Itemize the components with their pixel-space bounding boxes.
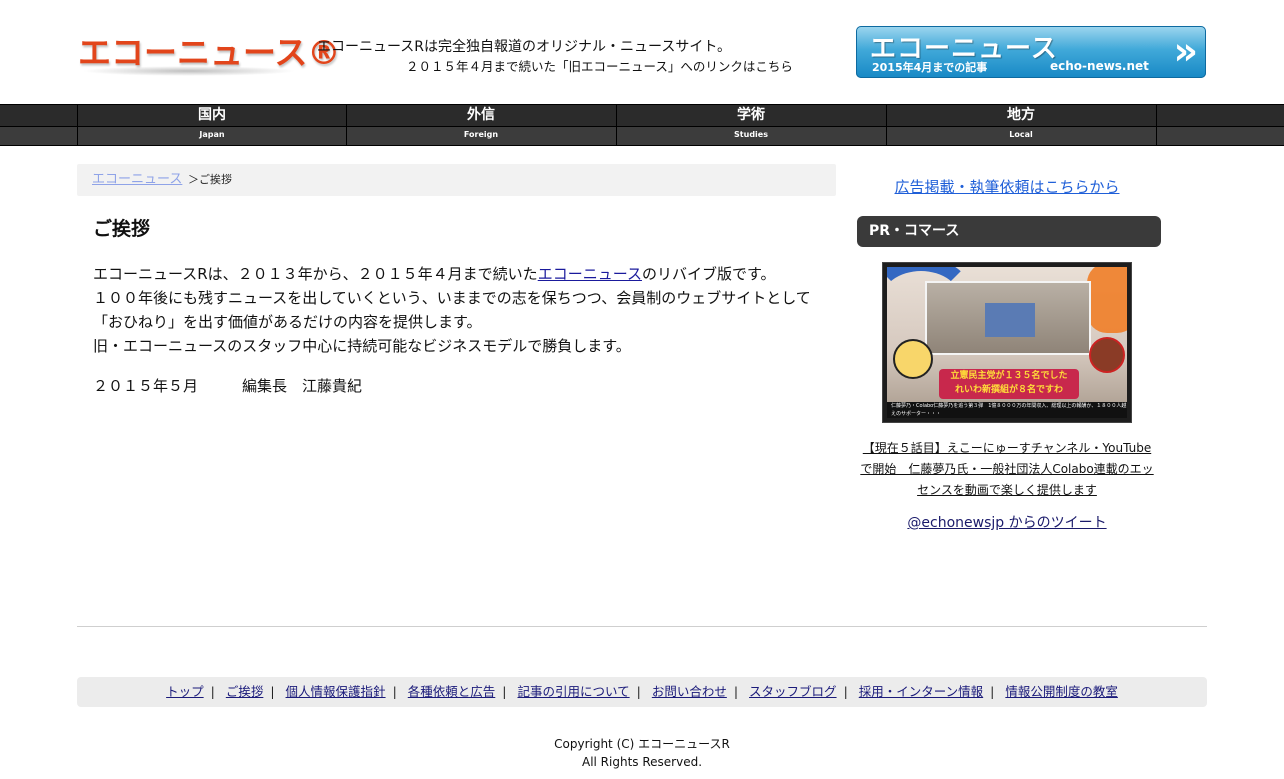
tweets-link[interactable]: @echonewsjp からのツイート: [907, 515, 1106, 531]
site-logo[interactable]: エコーニュース®: [78, 26, 340, 78]
nav-item-foreign[interactable]: 外信 Foreign: [346, 105, 616, 145]
nav-separator: [1156, 105, 1157, 145]
nav-item-label: 国内: [198, 107, 226, 123]
footer-separator: |: [270, 684, 275, 699]
nav-item-local[interactable]: 地方 Local: [886, 105, 1156, 145]
greeting-paragraph: 旧・エコーニュースのスタッフ中心に持続可能なビジネスモデルで勝負します。: [93, 337, 631, 355]
double-chevron-right-icon: »: [1173, 29, 1198, 73]
copyright-line: All Rights Reserved.: [581, 755, 703, 769]
footer-link-top[interactable]: トップ: [166, 684, 204, 699]
banner-subtitle: 2015年4月までの記事: [872, 61, 988, 74]
thumbnail-caption: 立憲民主党が１３５名でした れいわ新撰組が８名ですわ: [939, 369, 1079, 399]
tweets-link-wrap: @echonewsjp からのツイート: [857, 512, 1157, 532]
footer-separator: |: [843, 684, 848, 699]
thumbnail-image: 立憲民主党が１３５名でした れいわ新撰組が８名ですわ 仁藤夢乃・Colabo仁藤…: [887, 267, 1127, 418]
breadcrumb: エコーニュース ＞ご挨拶: [77, 164, 836, 196]
footer-separator: |: [636, 684, 641, 699]
breadcrumb-current: ＞ご挨拶: [188, 173, 232, 186]
banner-url: echo-news.net: [1050, 59, 1149, 73]
signature-name: 編集長 江藤貴紀: [242, 377, 363, 395]
subtitle-line: えのサポーター・・・: [891, 411, 942, 417]
nav-item-label: 地方: [1007, 107, 1035, 123]
paragraph-text: エコーニュースRは、２０１３年から、２０１５年４月まで続いた: [93, 265, 538, 283]
footer-separator: |: [990, 684, 995, 699]
footer-separator: |: [733, 684, 739, 699]
nav-item-sublabel: Studies: [734, 130, 768, 139]
thumbnail-subtitle-bar: 仁藤夢乃・Colabo仁藤夢乃を追う第３弾 1億８０００万の年間収入、総理以上の…: [887, 402, 1127, 418]
ad-request-link[interactable]: 広告掲載・執筆依頼はこちらから: [894, 178, 1119, 196]
nav-item-label: 学術: [737, 107, 765, 123]
footer-divider: [77, 626, 1207, 627]
footer-link-contact[interactable]: お問い合わせ: [652, 684, 727, 699]
video-thumbnail[interactable]: 立憲民主党が１３５名でした れいわ新撰組が８名ですわ 仁藤夢乃・Colabo仁藤…: [882, 262, 1132, 423]
footer-separator: |: [502, 684, 507, 699]
character-icon: [893, 339, 933, 379]
footer-link-citation[interactable]: 記事の引用について: [517, 684, 629, 699]
ad-request-link-wrap: 広告掲載・執筆依頼はこちらから: [857, 176, 1157, 197]
footer-link-privacy[interactable]: 個人情報保護指針: [286, 684, 386, 699]
footer-links: トップ | ご挨拶 | 個人情報保護指針 | 各種依頼と広告 | 記事の引用について | …: [77, 677, 1207, 707]
footer-link-recruit[interactable]: 採用・インターン情報: [859, 684, 983, 699]
greeting-body: エコーニュースRは、２０１３年から、２０１５年４月まで続いたエコーニュースのリバ…: [93, 262, 833, 358]
pr-commerce-header: PR・コマース: [857, 216, 1161, 247]
nav-item-sublabel: Japan: [199, 130, 225, 139]
footer-link-staff-blog[interactable]: スタッフブログ: [749, 684, 837, 699]
breadcrumb-home-link[interactable]: エコーニュース: [92, 164, 182, 196]
footer-link-disclosure[interactable]: 情報公開制度の教室: [1005, 684, 1118, 699]
page-title: ご挨拶: [93, 218, 151, 240]
nav-item-label: 外信: [467, 107, 495, 123]
echo-news-link[interactable]: エコーニュース: [538, 265, 642, 283]
projection-content: [985, 303, 1035, 337]
article-link-wrap: 【現在５話目】えこーにゅーすチャンネル・YouTubeで開始 仁藤夢乃氏・一般社…: [857, 438, 1157, 501]
nav-item-sublabel: Local: [1009, 130, 1033, 139]
pr-commerce-label: PR・コマース: [869, 223, 960, 239]
main-nav: 国内 Japan 外信 Foreign 学術 Studies 地方 Local: [0, 104, 1284, 146]
signature: ２０１５年５月 編集長 江藤貴紀: [93, 375, 362, 396]
caption-line: 立憲民主党が１３５名でした: [950, 371, 1068, 381]
projection-screen: [925, 281, 1091, 355]
logo-shadow: [82, 66, 296, 76]
character-icon: [1089, 337, 1125, 373]
footer-separator: |: [392, 684, 397, 699]
subtitle-line: 仁藤夢乃・Colabo仁藤夢乃を追う第３弾 1億８０００万の年間収入、総理以上の…: [891, 403, 1127, 409]
footer-separator: |: [210, 684, 215, 699]
old-site-banner[interactable]: エコーニュース 2015年4月までの記事 echo-news.net »: [856, 26, 1206, 78]
paragraph-text: のリバイブ版です。: [641, 265, 776, 283]
site-tagline: エコーニュースRは完全独自報道のオリジナル・ニュースサイト。: [317, 39, 732, 55]
greeting-paragraph: １００年後にも残すニュースを出していくという、いままでの志を保ちつつ、会員制のウ…: [93, 289, 811, 331]
greeting-paragraph: エコーニュースRは、２０１３年から、２０１５年４月まで続いたエコーニュースのリバ…: [93, 262, 833, 286]
caption-line: れいわ新撰組が８名ですわ: [954, 385, 1063, 395]
nav-item-sublabel: Foreign: [463, 130, 499, 139]
footer-link-requests[interactable]: 各種依頼と広告: [408, 684, 496, 699]
footer-link-greeting[interactable]: ご挨拶: [226, 684, 264, 699]
copyright-line: Copyright (C) エコーニュースR: [554, 737, 730, 751]
nav-item-japan[interactable]: 国内 Japan: [77, 105, 347, 145]
signature-date: ２０１５年５月: [93, 377, 199, 395]
nav-item-studies[interactable]: 学術 Studies: [616, 105, 886, 145]
copyright: Copyright (C) エコーニュースR All Rights Reserv…: [0, 735, 1284, 771]
decorative-curve: [1087, 267, 1127, 333]
youtube-article-link[interactable]: 【現在５話目】えこーにゅーすチャンネル・YouTubeで開始 仁藤夢乃氏・一般社…: [860, 441, 1153, 497]
old-site-link-text: ２０１５年４月まで続いた「旧エコーニュース」へのリンクはこちら: [406, 59, 793, 74]
